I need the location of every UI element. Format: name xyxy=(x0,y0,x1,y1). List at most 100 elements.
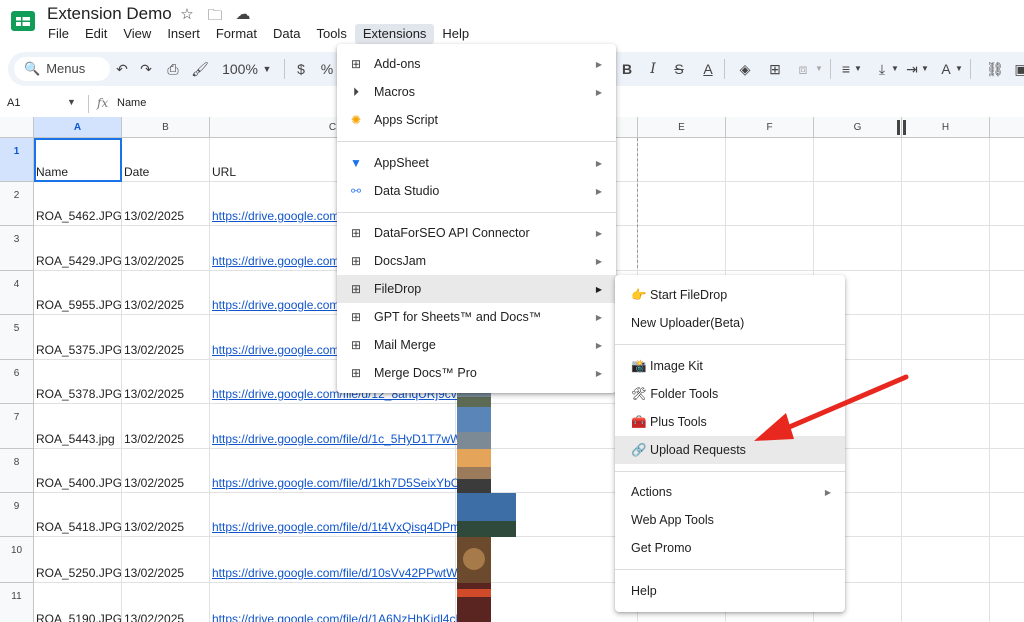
redo-icon[interactable]: ↷ xyxy=(136,52,156,86)
grid-cell[interactable] xyxy=(726,226,814,271)
menu-insert[interactable]: Insert xyxy=(159,24,208,44)
document-title[interactable]: Extension Demo xyxy=(47,4,172,24)
column-header[interactable] xyxy=(990,117,1024,138)
column-header[interactable]: E xyxy=(638,117,726,138)
column-header[interactable]: A xyxy=(34,117,122,138)
borders-icon[interactable]: ⊞ xyxy=(766,52,784,86)
search-menus-input[interactable]: 🔍 Menus xyxy=(14,57,110,81)
name-box[interactable]: A1 xyxy=(7,97,20,109)
image-thumbnail[interactable] xyxy=(457,449,491,493)
valign-chevron-down-icon[interactable]: ▼ xyxy=(890,52,900,86)
text-wrap-icon[interactable]: ⇥ xyxy=(904,52,920,86)
grid-cell[interactable] xyxy=(814,138,902,182)
image-thumbnail[interactable] xyxy=(457,537,491,583)
menu-item-filedrop[interactable]: ⊞ FileDrop ▶ xyxy=(337,275,616,303)
menu-item-docsjam[interactable]: ⊞ DocsJam ▶ xyxy=(337,247,616,275)
horizontal-align-icon[interactable]: ≡ xyxy=(838,52,854,86)
header-cell[interactable]: Name xyxy=(34,138,122,182)
menu-file[interactable]: File xyxy=(40,24,77,44)
menu-extensions[interactable]: Extensions xyxy=(354,24,435,44)
column-header[interactable]: H xyxy=(902,117,990,138)
menu-item-start-filedrop[interactable]: 👉 Start FileDrop xyxy=(615,281,845,309)
grid-cell[interactable] xyxy=(902,138,990,182)
table-cell[interactable]: ROA_5378.JPG xyxy=(34,360,122,404)
menu-item-get-promo[interactable]: Get Promo xyxy=(615,534,845,562)
grid-cell[interactable] xyxy=(638,226,726,271)
insert-link-icon[interactable]: ⛓ xyxy=(986,52,1004,86)
menu-item-help[interactable]: Help xyxy=(615,577,845,605)
row-header[interactable]: 9 xyxy=(0,493,34,537)
sheets-logo[interactable] xyxy=(9,7,37,35)
undo-icon[interactable]: ↶ xyxy=(112,52,132,86)
table-cell[interactable]: ROA_5418.JPG xyxy=(34,493,122,537)
formula-input[interactable]: Name xyxy=(117,97,146,109)
table-cell[interactable]: 13/02/2025 xyxy=(122,537,210,583)
table-cell[interactable]: 13/02/2025 xyxy=(122,493,210,537)
grid-cell[interactable] xyxy=(902,493,990,537)
table-cell[interactable]: ROA_5250.JPG xyxy=(34,537,122,583)
menu-help[interactable]: Help xyxy=(434,24,477,44)
table-cell[interactable]: ROA_5462.JPG xyxy=(34,182,122,226)
select-all-corner[interactable] xyxy=(0,117,34,138)
row-header[interactable]: 5 xyxy=(0,315,34,360)
menu-data[interactable]: Data xyxy=(265,24,308,44)
table-cell[interactable]: ROA_5443.jpg xyxy=(34,404,122,449)
header-cell[interactable]: Date xyxy=(122,138,210,182)
grid-cell[interactable] xyxy=(902,271,990,315)
menu-item-macros[interactable]: ⏵ Macros ▶ xyxy=(337,78,616,106)
table-cell[interactable]: 13/02/2025 xyxy=(122,404,210,449)
menu-view[interactable]: View xyxy=(115,24,159,44)
menu-item-dataforseo[interactable]: ⊞ DataForSEO API Connector ▶ xyxy=(337,219,616,247)
menu-item-mail-merge[interactable]: ⊞ Mail Merge ▶ xyxy=(337,331,616,359)
menu-format[interactable]: Format xyxy=(208,24,265,44)
url-link[interactable]: https://drive.google.com/file/d/1kh7D5Se… xyxy=(210,449,466,493)
url-link[interactable]: https://drive.google.com/file/d/1t4VxQis… xyxy=(210,493,467,537)
grid-cell[interactable] xyxy=(902,537,990,583)
text-color-icon[interactable]: A xyxy=(700,52,716,86)
row-header[interactable]: 10 xyxy=(0,537,34,583)
bold-icon[interactable]: B xyxy=(620,52,634,86)
row-header[interactable]: 11 xyxy=(0,583,34,622)
grid-cell[interactable] xyxy=(726,182,814,226)
menu-item-merge-docs-pro[interactable]: ⊞ Merge Docs™ Pro ▶ xyxy=(337,359,616,387)
merge-chevron-down-icon[interactable]: ▼ xyxy=(814,52,824,86)
grid-cell[interactable] xyxy=(814,182,902,226)
vertical-align-icon[interactable]: ⤓ xyxy=(874,52,890,86)
row-header[interactable]: 8 xyxy=(0,449,34,493)
text-rotation-icon[interactable]: A xyxy=(938,52,954,86)
table-cell[interactable]: ROA_5375.JPG xyxy=(34,315,122,360)
menu-item-add-ons[interactable]: ⊞ Add-ons ▶ xyxy=(337,50,616,78)
url-link[interactable]: https://drive.google.com/file/d/1c_5HyD1… xyxy=(210,404,468,449)
zoom-chevron-down-icon[interactable]: ▼ xyxy=(260,52,274,86)
grid-cell[interactable] xyxy=(990,583,1024,622)
row-header[interactable]: 4 xyxy=(0,271,34,315)
menu-item-data-studio[interactable]: ⚯ Data Studio ▶ xyxy=(337,177,616,205)
menu-tools[interactable]: Tools xyxy=(308,24,354,44)
freeze-handle-icon[interactable] xyxy=(903,120,906,135)
grid-cell[interactable] xyxy=(902,315,990,360)
column-header[interactable]: G xyxy=(814,117,902,138)
merge-cells-icon[interactable]: ⧈ xyxy=(794,52,812,86)
grid-cell[interactable] xyxy=(902,226,990,271)
table-cell[interactable]: ROA_5190.JPG xyxy=(34,583,122,622)
menu-item-new-uploader[interactable]: New Uploader(Beta) xyxy=(615,309,845,337)
table-cell[interactable]: 13/02/2025 xyxy=(122,271,210,315)
insert-comment-icon[interactable]: ▣ xyxy=(1012,52,1024,86)
table-cell[interactable]: ROA_5955.JPG xyxy=(34,271,122,315)
grid-cell[interactable] xyxy=(990,493,1024,537)
row-header[interactable]: 1 xyxy=(0,138,34,182)
grid-cell[interactable] xyxy=(990,360,1024,404)
menu-item-web-app-tools[interactable]: Web App Tools xyxy=(615,506,845,534)
column-header[interactable]: F xyxy=(726,117,814,138)
print-icon[interactable]: ⎙ xyxy=(163,52,183,86)
grid-cell[interactable] xyxy=(902,449,990,493)
menu-item-actions[interactable]: Actions ▶ xyxy=(615,478,845,506)
grid-cell[interactable] xyxy=(990,138,1024,182)
table-cell[interactable]: 13/02/2025 xyxy=(122,583,210,622)
row-header[interactable]: 7 xyxy=(0,404,34,449)
menu-item-apps-script[interactable]: ✺ Apps Script xyxy=(337,106,616,134)
grid-cell[interactable] xyxy=(990,182,1024,226)
percent-format-button[interactable]: % xyxy=(320,52,334,86)
align-chevron-down-icon[interactable]: ▼ xyxy=(853,52,863,86)
table-cell[interactable]: ROA_5400.JPG xyxy=(34,449,122,493)
